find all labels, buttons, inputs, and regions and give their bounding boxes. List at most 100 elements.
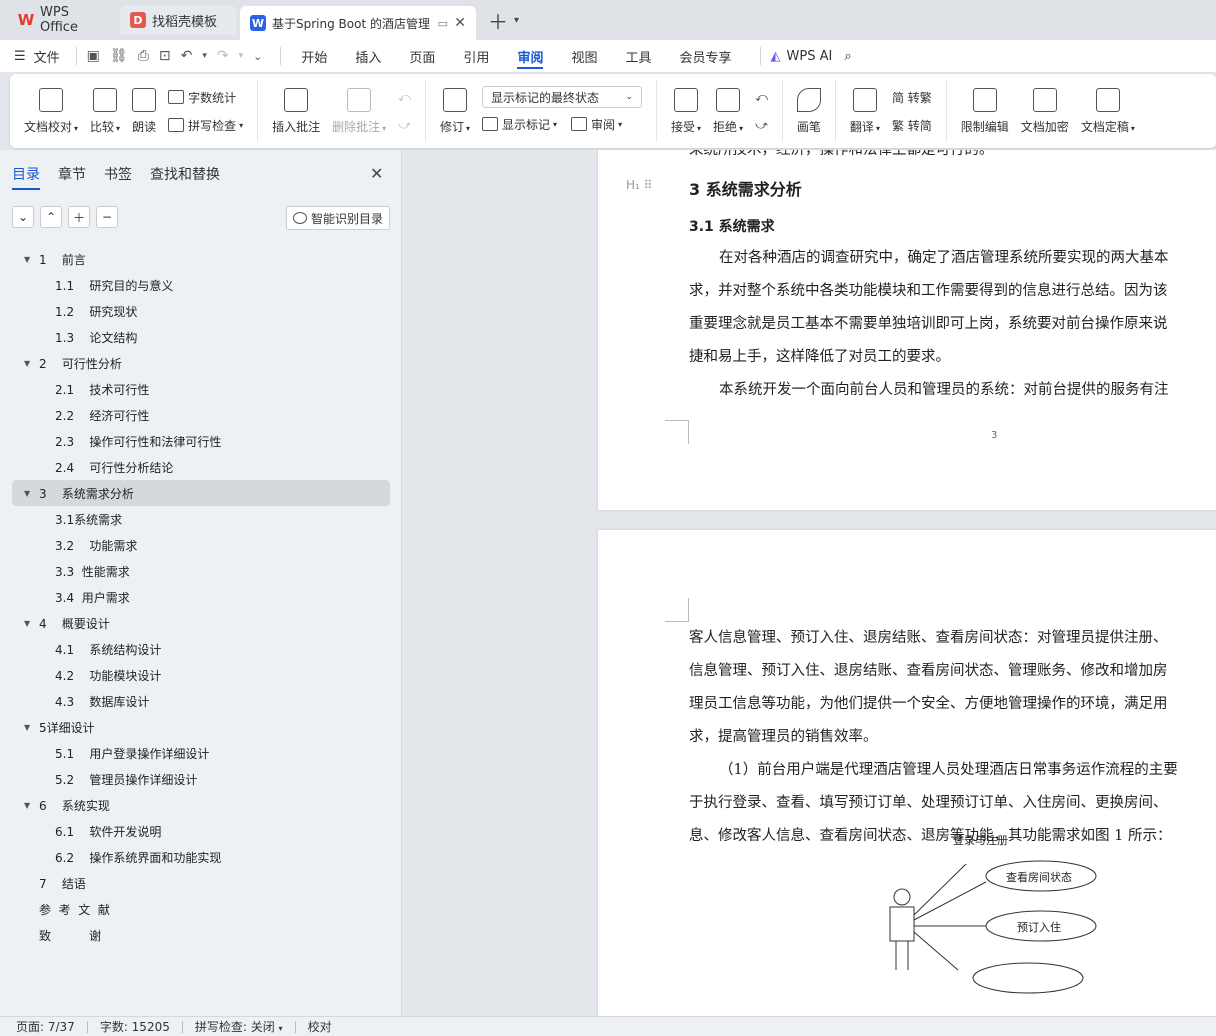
spell-check-status[interactable]: 拼写检查: 关闭 ▾ <box>195 1018 295 1035</box>
toc-item[interactable]: ▼ 1 前言 <box>12 246 390 272</box>
wps-ai-button[interactable]: ◭ WPS AI <box>771 40 833 72</box>
heading-drag-icon[interactable]: H₁ ⠿ <box>626 178 652 192</box>
undo-icon[interactable]: ↶ <box>181 48 193 64</box>
reject-button[interactable]: 拒绝 ▾ <box>713 87 743 135</box>
previous-change-icon[interactable]: ⤺ <box>755 85 768 109</box>
tab-docer-templates[interactable]: D 找稻壳模板 <box>120 5 236 35</box>
more-icon[interactable]: ⌄ <box>253 50 262 63</box>
save-icon[interactable]: ▣ <box>87 48 100 64</box>
tab-document[interactable]: W 基于Spring Boot 的酒店管理 ▭ ✕ <box>240 6 476 40</box>
proofread-button[interactable]: 文档校对 ▾ <box>24 87 78 135</box>
toc-item[interactable]: 2.2 经济可行性 <box>12 402 390 428</box>
toc-item[interactable]: 3.4 用户需求 <box>12 584 390 610</box>
expand-icon[interactable]: ⌄ <box>12 206 34 228</box>
toc-item[interactable]: 2.3 操作可行性和法律可行性 <box>12 428 390 454</box>
expand-triangle-icon[interactable]: ▼ <box>24 489 39 498</box>
word-count-button[interactable]: 字数统计 <box>168 85 243 109</box>
expand-triangle-icon[interactable]: ▼ <box>24 801 39 810</box>
tab-chapters[interactable]: 章节 <box>58 164 86 190</box>
compare-icon <box>93 87 118 112</box>
toc-item[interactable]: 1.3 论文结构 <box>12 324 390 350</box>
menu-member[interactable]: 会员专享 <box>679 40 731 72</box>
delete-comment-button[interactable]: 删除批注 ▾ <box>332 87 386 135</box>
toc-item[interactable]: 3.3 性能需求 <box>12 558 390 584</box>
to-simplified-button[interactable]: 繁 转简 <box>892 113 932 137</box>
encrypt-document-button[interactable]: 文档加密 <box>1021 87 1069 135</box>
next-change-icon[interactable]: ⤻ <box>755 113 768 137</box>
toc-item[interactable]: ▼ 3 系统需求分析 <box>12 480 390 506</box>
translate-button[interactable]: 翻译 ▾ <box>850 87 880 135</box>
tab-bookmarks[interactable]: 书签 <box>104 164 132 190</box>
expand-triangle-icon[interactable]: ▼ <box>24 255 39 264</box>
chevron-down-icon[interactable]: ▾ <box>514 15 519 26</box>
tab-wps-office[interactable]: W WPS Office <box>8 5 116 35</box>
page-indicator[interactable]: 页面: 7/37 <box>16 1018 87 1035</box>
expand-triangle-icon[interactable]: ▼ <box>24 723 39 732</box>
share-icon[interactable]: ⛓ <box>110 48 128 64</box>
toc-item[interactable]: 4.3 数据库设计 <box>12 688 390 714</box>
close-panel-icon[interactable]: ✕ <box>370 164 383 183</box>
toc-item[interactable]: 1.2 研究现状 <box>12 298 390 324</box>
toc-item[interactable]: ▼ 4 概要设计 <box>12 610 390 636</box>
toc-item[interactable]: 3.2 功能需求 <box>12 532 390 558</box>
toc-item[interactable]: 6.2 操作系统界面和功能实现 <box>12 844 390 870</box>
toc-item[interactable]: 3.1系统需求 <box>12 506 390 532</box>
menu-review[interactable]: 审阅 <box>517 40 544 72</box>
show-marks-button[interactable]: 显示标记 ▾ <box>482 112 557 136</box>
collapse-icon[interactable]: ⌃ <box>40 206 62 228</box>
toc-item[interactable]: 5.1 用户登录操作详细设计 <box>12 740 390 766</box>
remove-icon[interactable]: − <box>96 206 118 228</box>
expand-triangle-icon[interactable]: ▼ <box>24 619 39 628</box>
toc-item[interactable]: 7 结语 <box>12 870 390 896</box>
print-preview-icon[interactable]: ⊡ <box>159 48 171 64</box>
restrict-edit-button[interactable]: 限制编辑 <box>961 87 1009 135</box>
toc-item[interactable]: ▼ 2 可行性分析 <box>12 350 390 376</box>
smart-toc-button[interactable]: 智能识别目录 <box>286 206 390 230</box>
display-mode-select[interactable]: 显示标记的最终状态 ⌄ <box>482 86 643 108</box>
pen-button[interactable]: 画笔 <box>796 87 821 135</box>
review-pane-button[interactable]: 审阅 ▾ <box>571 112 622 136</box>
toc-item[interactable]: 4.1 系统结构设计 <box>12 636 390 662</box>
chevron-down-icon[interactable]: ▾ <box>239 51 244 61</box>
add-icon[interactable]: ＋ <box>68 206 90 228</box>
insert-comment-button[interactable]: 插入批注 <box>272 87 320 135</box>
track-changes-button[interactable]: 修订 ▾ <box>440 87 470 135</box>
next-comment-icon[interactable]: ⤻ <box>398 113 411 137</box>
toc-item[interactable]: ▼ 5详细设计 <box>12 714 390 740</box>
toc-item[interactable]: 1.1 研究目的与意义 <box>12 272 390 298</box>
expand-triangle-icon[interactable]: ▼ <box>24 359 39 368</box>
close-icon[interactable]: ✕ <box>454 15 466 31</box>
tab-find-replace[interactable]: 查找和替换 <box>150 164 220 190</box>
menu-view[interactable]: 视图 <box>571 40 597 72</box>
toc-item[interactable]: 2.4 可行性分析结论 <box>12 454 390 480</box>
toc-item[interactable]: 5.2 管理员操作详细设计 <box>12 766 390 792</box>
to-traditional-button[interactable]: 简 转繁 <box>892 85 932 109</box>
word-count-indicator[interactable]: 字数: 15205 <box>100 1018 182 1035</box>
toc-item[interactable]: 4.2 功能模块设计 <box>12 662 390 688</box>
toc-item[interactable]: 2.1 技术可行性 <box>12 376 390 402</box>
toc-item[interactable]: 参 考 文 献 <box>12 896 390 922</box>
menu-page[interactable]: 页面 <box>409 40 435 72</box>
menu-tools[interactable]: 工具 <box>625 40 651 72</box>
redo-icon[interactable]: ↷ <box>217 48 229 64</box>
read-aloud-button[interactable]: 朗读 <box>132 87 156 135</box>
menu-references[interactable]: 引用 <box>463 40 489 72</box>
new-tab-icon[interactable]: ＋ <box>488 6 508 35</box>
finalize-document-button[interactable]: 文档定稿 ▾ <box>1081 87 1135 135</box>
toc-item[interactable]: 6.1 软件开发说明 <box>12 818 390 844</box>
toc-item[interactable]: 致 谢 <box>12 922 390 948</box>
toc-item[interactable]: ▼ 6 系统实现 <box>12 792 390 818</box>
print-icon[interactable]: ⎙ <box>138 48 149 64</box>
compare-button[interactable]: 比较 ▾ <box>90 87 120 135</box>
window-icon[interactable]: ▭ <box>438 17 448 30</box>
menu-insert[interactable]: 插入 <box>355 40 381 72</box>
tab-toc[interactable]: 目录 <box>12 164 40 190</box>
previous-comment-icon[interactable]: ⤺ <box>398 85 411 109</box>
spell-check-button[interactable]: 拼写检查 ▾ <box>168 113 243 137</box>
search-icon[interactable]: ⌕ <box>844 40 851 72</box>
proof-button[interactable]: 校对 <box>308 1018 344 1035</box>
accept-button[interactable]: 接受 ▾ <box>671 87 701 135</box>
chevron-down-icon[interactable]: ▾ <box>202 51 207 61</box>
menu-home[interactable]: 开始 <box>301 40 327 72</box>
file-menu[interactable]: ☰ 文件 <box>14 40 60 72</box>
